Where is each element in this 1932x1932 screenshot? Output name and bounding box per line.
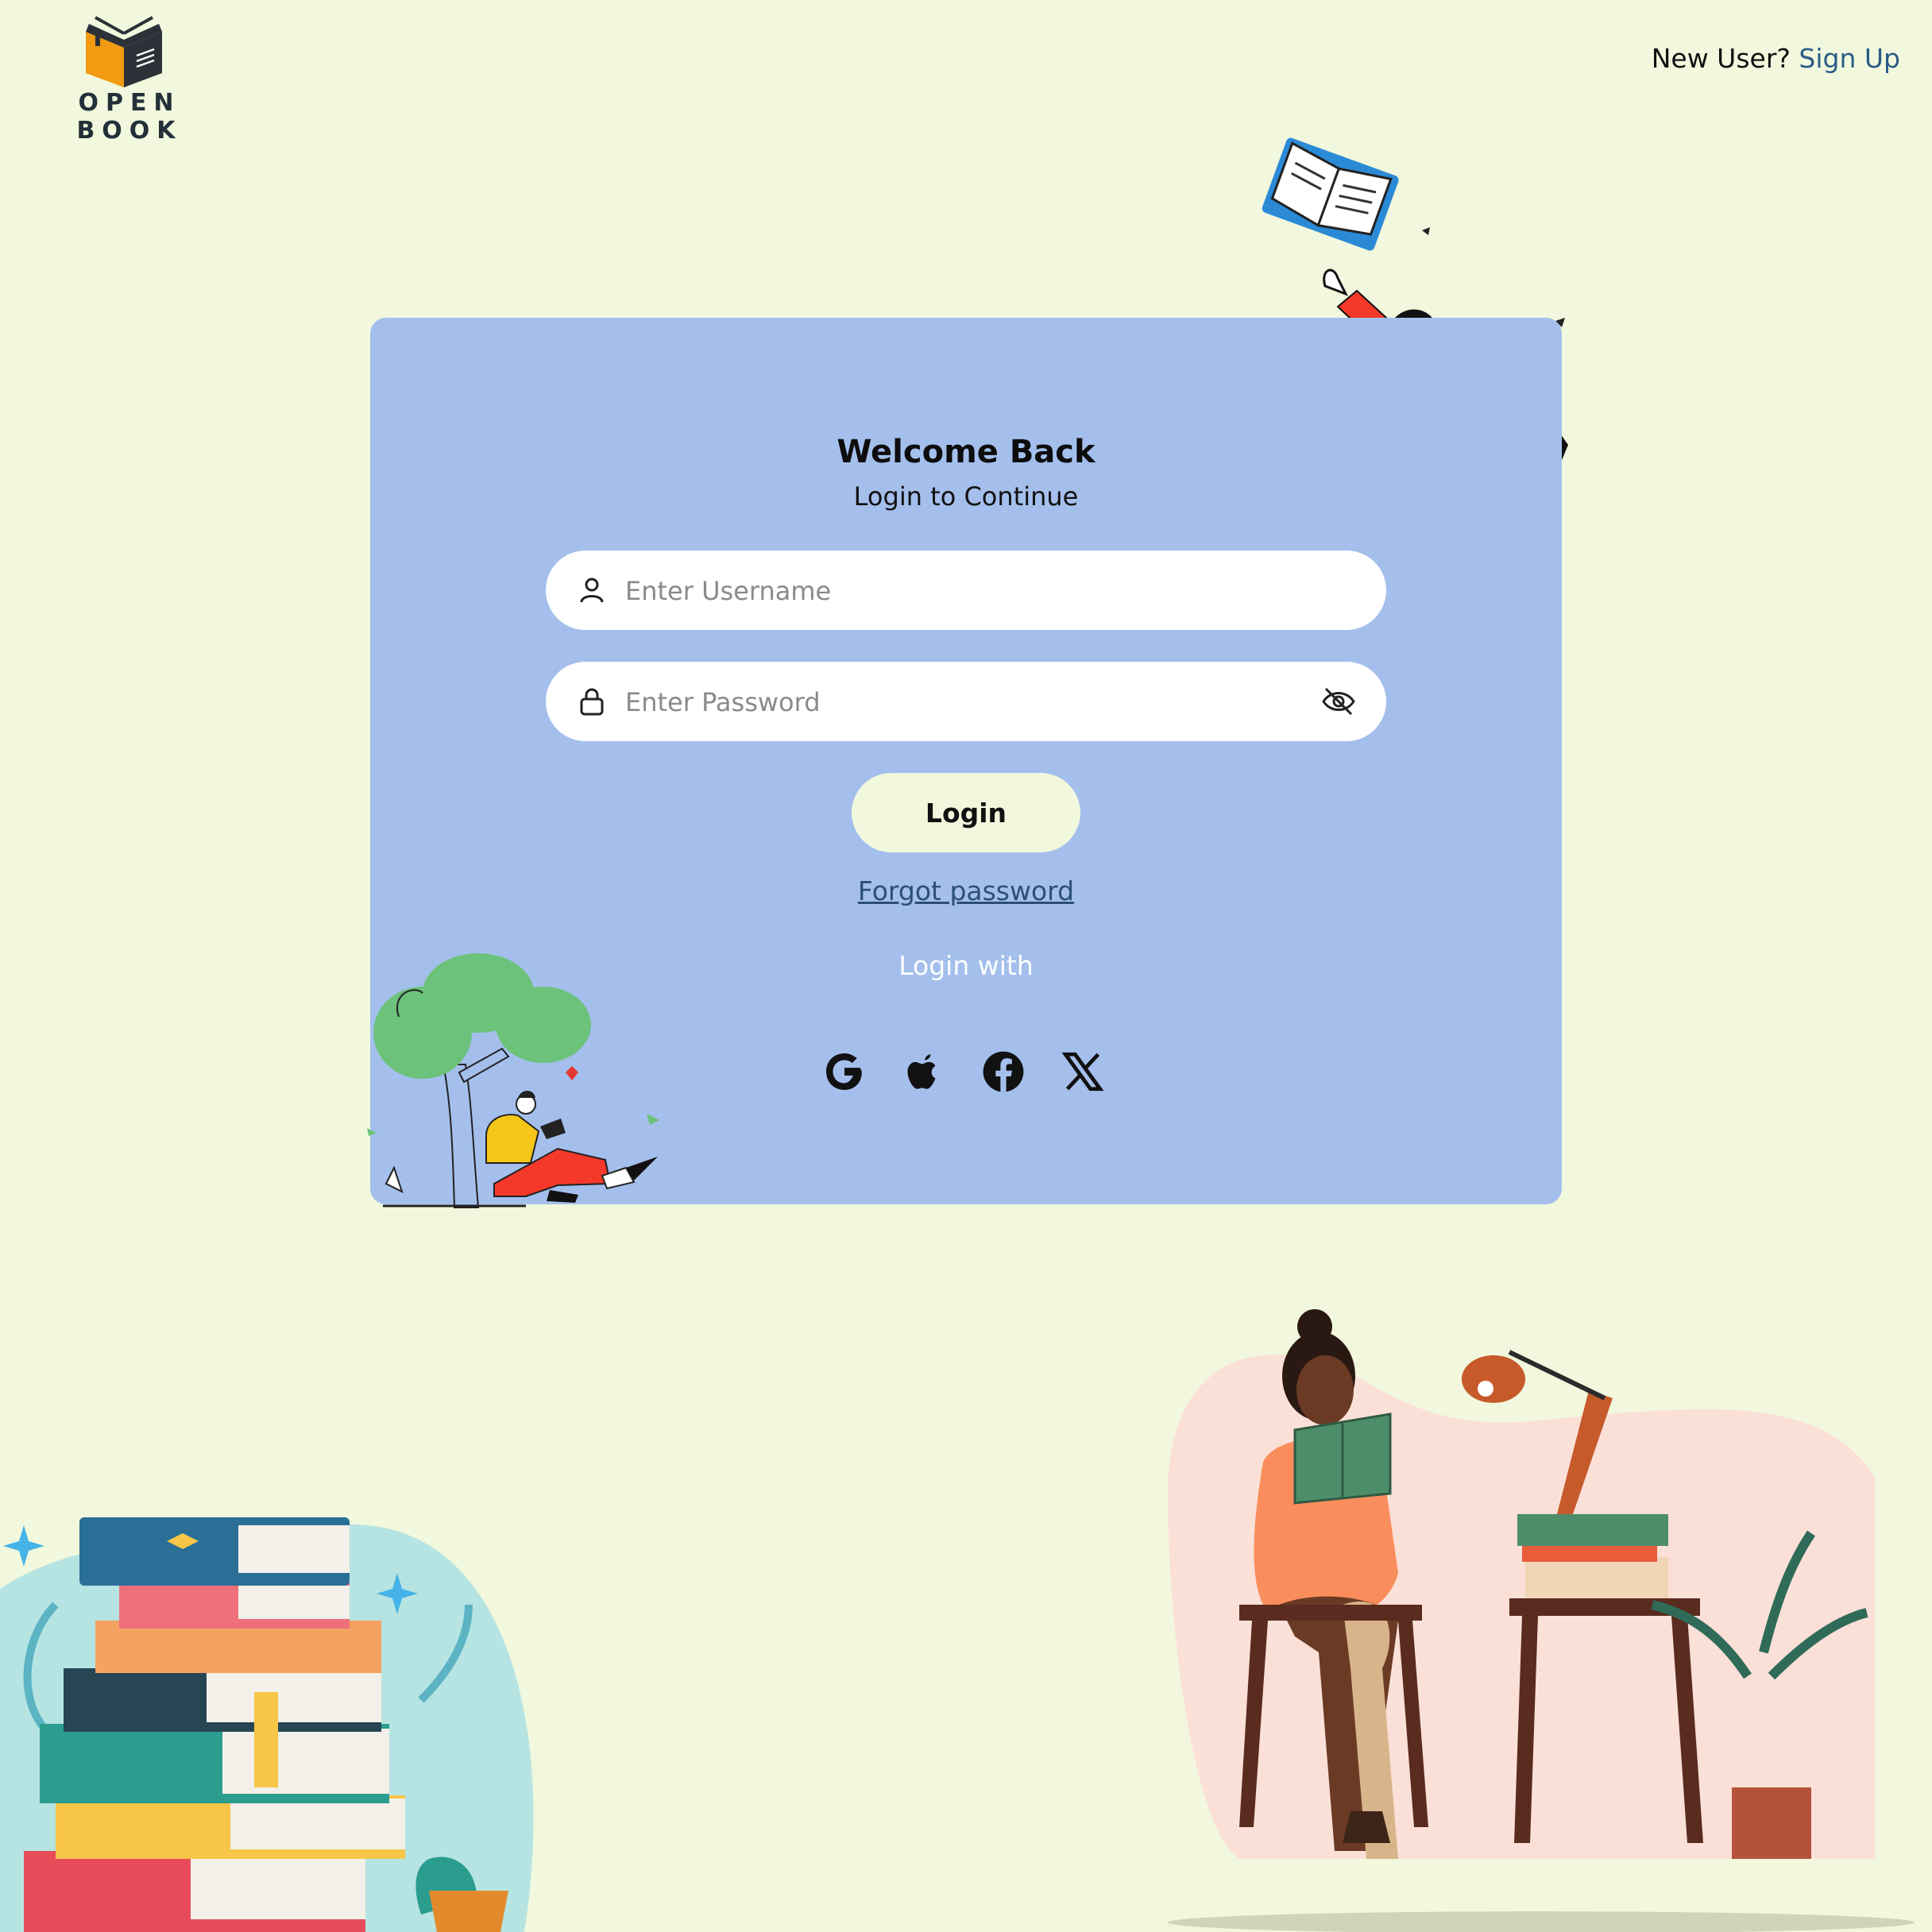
signup-link[interactable]: Sign Up [1799, 43, 1900, 74]
page-title: Welcome Back [837, 434, 1095, 470]
password-input[interactable] [624, 662, 1278, 743]
forgot-password-link[interactable]: Forgot password [370, 875, 1562, 906]
facebook-icon[interactable] [980, 1049, 1026, 1095]
apple-icon[interactable] [901, 1049, 947, 1095]
tree-reading-illustration [367, 953, 659, 1208]
password-field[interactable] [546, 662, 1386, 743]
lock-icon [580, 688, 604, 716]
brand-name: OPEN BOOK [76, 89, 183, 145]
new-user-text: New User? [1651, 43, 1791, 74]
signup-prompt: New User? Sign Up [1652, 43, 1900, 74]
login-button[interactable]: Login [852, 773, 1080, 852]
book-stack-illustration [0, 1517, 534, 1932]
username-input[interactable] [624, 551, 1278, 632]
username-field[interactable] [546, 551, 1386, 632]
google-icon[interactable] [821, 1049, 867, 1095]
x-icon[interactable] [1060, 1049, 1106, 1095]
brand-logo[interactable]: OPEN BOOK [30, 8, 229, 145]
eye-off-icon[interactable] [1321, 686, 1356, 717]
open-book-logo-icon [86, 16, 162, 87]
reading-woman-illustration [1168, 1309, 1915, 1932]
user-icon [580, 578, 604, 603]
page-subtitle: Login to Continue [853, 481, 1079, 512]
social-login-row [821, 1049, 1123, 1099]
